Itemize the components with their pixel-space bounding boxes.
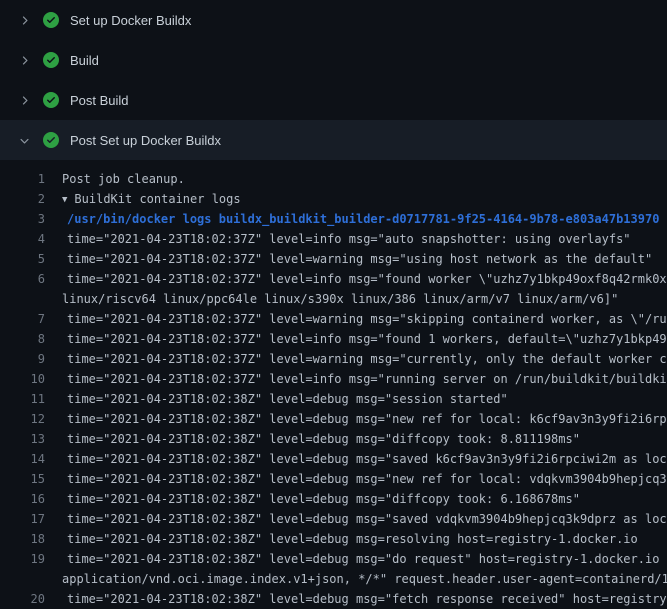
line-number[interactable]: 5 — [0, 249, 45, 269]
line-number — [0, 569, 45, 589]
log-line: 15time="2021-04-23T18:02:38Z" level=debu… — [0, 469, 667, 489]
line-number[interactable]: 3 — [0, 209, 45, 229]
check-circle-icon — [43, 92, 59, 108]
log-line: 19time="2021-04-23T18:02:38Z" level=debu… — [0, 549, 667, 569]
log-line: 3/usr/bin/docker logs buildx_buildkit_bu… — [0, 209, 667, 229]
chevron-down-icon — [16, 134, 32, 147]
log-text: time="2021-04-23T18:02:37Z" level=info m… — [45, 329, 667, 349]
line-number[interactable]: 12 — [0, 409, 45, 429]
line-number[interactable]: 4 — [0, 229, 45, 249]
log-line: 14time="2021-04-23T18:02:38Z" level=debu… — [0, 449, 667, 469]
log-line: 18time="2021-04-23T18:02:38Z" level=debu… — [0, 529, 667, 549]
log-text: time="2021-04-23T18:02:38Z" level=debug … — [45, 509, 667, 529]
log-line: 5time="2021-04-23T18:02:37Z" level=warni… — [0, 249, 667, 269]
log-text: linux/riscv64 linux/ppc64le linux/s390x … — [45, 289, 618, 309]
log-text: time="2021-04-23T18:02:37Z" level=warnin… — [45, 349, 667, 369]
chevron-right-icon — [16, 14, 32, 27]
line-number[interactable]: 15 — [0, 469, 45, 489]
line-number[interactable]: 6 — [0, 269, 45, 289]
log-text: time="2021-04-23T18:02:38Z" level=debug … — [45, 529, 638, 549]
line-number[interactable]: 1 — [0, 169, 45, 189]
check-circle-icon — [43, 132, 59, 148]
log-text: time="2021-04-23T18:02:38Z" level=debug … — [45, 429, 580, 449]
line-number[interactable]: 8 — [0, 329, 45, 349]
log-text: time="2021-04-23T18:02:38Z" level=debug … — [45, 489, 580, 509]
log-line: 10time="2021-04-23T18:02:37Z" level=info… — [0, 369, 667, 389]
log-line: 4time="2021-04-23T18:02:37Z" level=info … — [0, 229, 667, 249]
log-line: 20time="2021-04-23T18:02:38Z" level=debu… — [0, 589, 667, 609]
log-text: time="2021-04-23T18:02:37Z" level=info m… — [45, 229, 631, 249]
log-text: time="2021-04-23T18:02:38Z" level=debug … — [45, 409, 667, 429]
line-number[interactable]: 13 — [0, 429, 45, 449]
log-command-text: /usr/bin/docker logs buildx_buildkit_bui… — [45, 209, 659, 229]
log-text: time="2021-04-23T18:02:37Z" level=info m… — [45, 369, 667, 389]
line-number[interactable]: 14 — [0, 449, 45, 469]
log-text: time="2021-04-23T18:02:37Z" level=warnin… — [45, 249, 652, 269]
step-label: Post Set up Docker Buildx — [70, 133, 221, 148]
log-line: 6time="2021-04-23T18:02:37Z" level=info … — [0, 269, 667, 289]
log-text: time="2021-04-23T18:02:38Z" level=debug … — [45, 589, 667, 609]
log-line: 9time="2021-04-23T18:02:37Z" level=warni… — [0, 349, 667, 369]
log-lines: 1Post job cleanup.2▼BuildKit container l… — [0, 169, 667, 609]
line-number[interactable]: 17 — [0, 509, 45, 529]
log-text: application/vnd.oci.image.index.v1+json,… — [45, 569, 667, 589]
group-expand-toggle-icon[interactable]: ▼ — [62, 190, 67, 209]
check-circle-icon — [43, 52, 59, 68]
log-text: Post job cleanup. — [45, 169, 185, 189]
line-number[interactable]: 9 — [0, 349, 45, 369]
log-line: 16time="2021-04-23T18:02:38Z" level=debu… — [0, 489, 667, 509]
step-build[interactable]: Build — [0, 40, 667, 80]
log-line: 11time="2021-04-23T18:02:38Z" level=debu… — [0, 389, 667, 409]
line-number[interactable]: 19 — [0, 549, 45, 569]
log-line: 13time="2021-04-23T18:02:38Z" level=debu… — [0, 429, 667, 449]
step-set-up-docker-buildx[interactable]: Set up Docker Buildx — [0, 0, 667, 40]
log-text: time="2021-04-23T18:02:38Z" level=debug … — [45, 469, 667, 489]
log-line: 1Post job cleanup. — [0, 169, 667, 189]
log-line: linux/riscv64 linux/ppc64le linux/s390x … — [0, 289, 667, 309]
check-circle-icon — [43, 12, 59, 28]
line-number[interactable]: 10 — [0, 369, 45, 389]
log-text: time="2021-04-23T18:02:38Z" level=debug … — [45, 449, 667, 469]
chevron-right-icon — [16, 54, 32, 67]
step-post-build[interactable]: Post Build — [0, 80, 667, 120]
line-number[interactable]: 2 — [0, 189, 45, 209]
line-number[interactable]: 20 — [0, 589, 45, 609]
line-number[interactable]: 16 — [0, 489, 45, 509]
step-label: Post Build — [70, 93, 129, 108]
chevron-right-icon — [16, 94, 32, 107]
log-text: time="2021-04-23T18:02:38Z" level=debug … — [45, 389, 508, 409]
step-post-set-up-docker-buildx[interactable]: Post Set up Docker Buildx — [0, 120, 667, 160]
log-line: 8time="2021-04-23T18:02:37Z" level=info … — [0, 329, 667, 349]
log-line: 2▼BuildKit container logs — [0, 189, 667, 209]
log-text: time="2021-04-23T18:02:38Z" level=debug … — [45, 549, 667, 569]
log-text: time="2021-04-23T18:02:37Z" level=warnin… — [45, 309, 667, 329]
step-label: Build — [70, 53, 99, 68]
log-viewer: 1Post job cleanup.2▼BuildKit container l… — [0, 160, 667, 609]
line-number[interactable]: 11 — [0, 389, 45, 409]
line-number — [0, 289, 45, 309]
steps-list: Set up Docker Buildx Build Post Build Po… — [0, 0, 667, 160]
log-group-label[interactable]: ▼BuildKit container logs — [45, 189, 241, 209]
step-label: Set up Docker Buildx — [70, 13, 191, 28]
log-text: time="2021-04-23T18:02:37Z" level=info m… — [45, 269, 667, 289]
log-line: 7time="2021-04-23T18:02:37Z" level=warni… — [0, 309, 667, 329]
line-number[interactable]: 7 — [0, 309, 45, 329]
line-number[interactable]: 18 — [0, 529, 45, 549]
log-line: application/vnd.oci.image.index.v1+json,… — [0, 569, 667, 589]
log-line: 17time="2021-04-23T18:02:38Z" level=debu… — [0, 509, 667, 529]
log-line: 12time="2021-04-23T18:02:38Z" level=debu… — [0, 409, 667, 429]
